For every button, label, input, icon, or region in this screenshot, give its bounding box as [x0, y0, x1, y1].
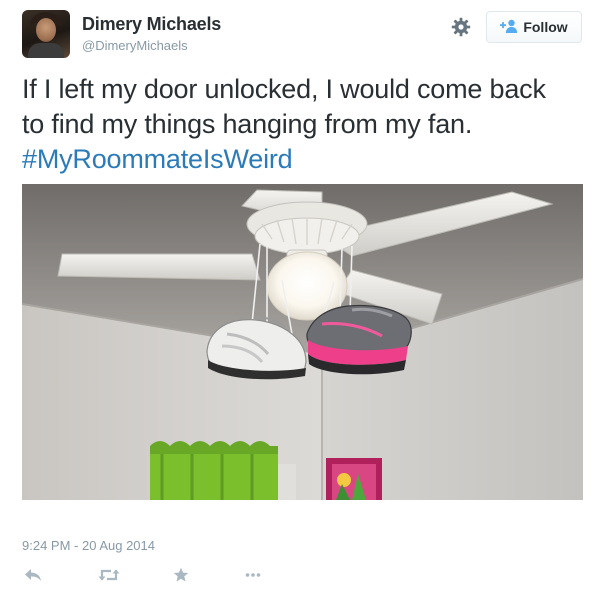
- photo-ceiling-fan-with-shoes: [22, 184, 583, 500]
- gear-icon[interactable]: [450, 16, 472, 38]
- tweet-timestamp[interactable]: 9:24 PM - 20 Aug 2014: [22, 538, 155, 553]
- tweet-photo[interactable]: [22, 184, 583, 500]
- add-person-icon: [500, 19, 518, 36]
- reply-icon[interactable]: [22, 564, 44, 586]
- follow-label: Follow: [523, 19, 568, 35]
- favorite-icon[interactable]: [170, 564, 192, 586]
- follow-button[interactable]: Follow: [486, 11, 582, 43]
- retweet-icon[interactable]: [98, 564, 120, 586]
- more-icon[interactable]: [242, 564, 264, 586]
- tweet-text-line-2: to find my things hanging from my fan.: [22, 109, 473, 139]
- avatar-face: [36, 18, 56, 42]
- hashtag-link[interactable]: #MyRoommateIsWeird: [22, 142, 592, 177]
- avatar[interactable]: [22, 10, 70, 58]
- tweet-card: Dimery Michaels @DimeryMichaels Follow I…: [0, 0, 600, 592]
- tweet-text: If I left my door unlocked, I would come…: [22, 72, 592, 177]
- display-name[interactable]: Dimery Michaels: [82, 14, 221, 35]
- avatar-shirt: [28, 43, 64, 58]
- tweet-actions: [22, 564, 264, 586]
- tweet-text-line-1: If I left my door unlocked, I would come…: [22, 74, 546, 104]
- user-handle[interactable]: @DimeryMichaels: [82, 38, 188, 53]
